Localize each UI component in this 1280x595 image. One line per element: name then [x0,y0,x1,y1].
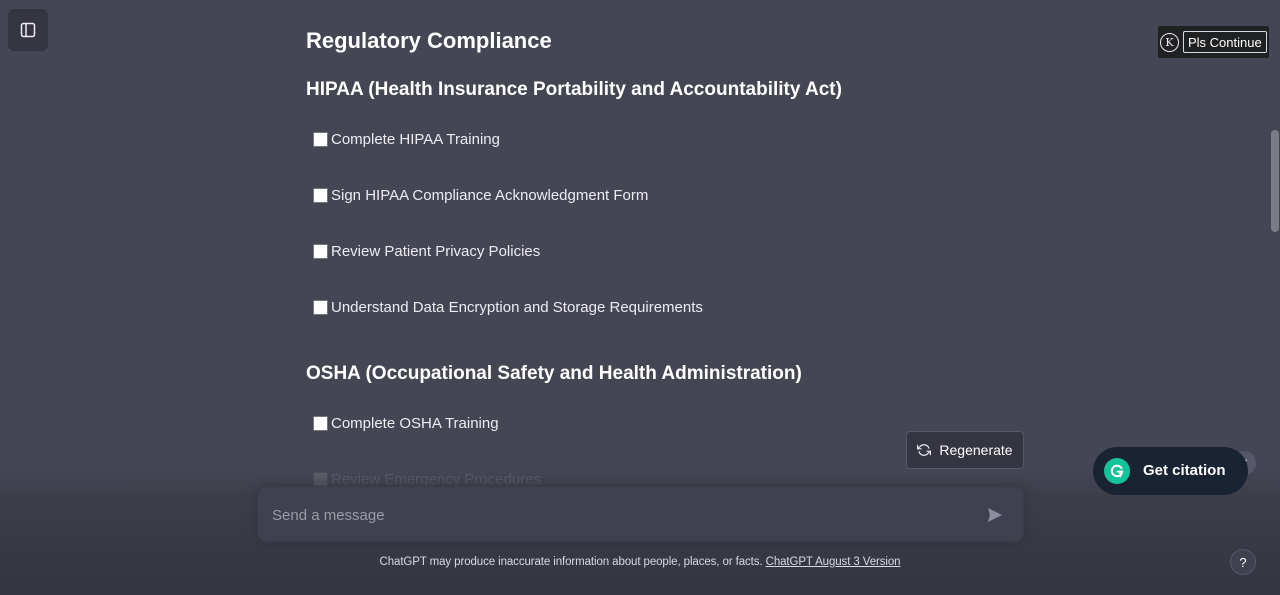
scrollbar-thumb[interactable] [1271,130,1279,232]
checkbox[interactable] [313,416,328,431]
get-citation-button[interactable]: Get citation [1093,447,1248,495]
section-heading-hipaa: HIPAA (Health Insurance Portability and … [306,79,842,100]
checkbox[interactable] [313,300,328,315]
disclaimer-text: ChatGPT may produce inaccurate informati… [379,556,763,568]
grammarly-icon [1104,458,1130,484]
send-icon [988,508,1002,522]
footer-disclaimer: ChatGPT may produce inaccurate informati… [0,556,1280,568]
checkbox[interactable] [313,244,328,259]
help-button[interactable]: ? [1230,549,1256,575]
message-input[interactable] [272,503,952,527]
refresh-icon [917,444,932,456]
regenerate-label: Regenerate [939,442,1013,458]
checklist-item-label: Complete HIPAA Training [331,131,500,148]
checklist-item-label: Review Patient Privacy Policies [331,243,541,260]
grammarly-g-icon [1110,464,1124,478]
message-title: Regulatory Compliance [306,28,552,53]
scrollbar[interactable] [1268,0,1280,595]
extension-logo-icon: K [1160,32,1179,52]
pls-continue-button[interactable]: Pls Continue [1183,31,1267,53]
checklist-item-label: Review Emergency Procedures [331,471,542,486]
checkbox[interactable] [313,132,328,147]
send-button[interactable] [983,503,1007,527]
section-heading-osha: OSHA (Occupational Safety and Health Adm… [306,363,802,384]
version-link[interactable]: ChatGPT August 3 Version [766,556,901,568]
help-label: ? [1239,554,1247,570]
assistant-message: Regulatory Compliance HIPAA (Health Insu… [306,0,1006,486]
checkbox[interactable] [313,472,328,486]
get-citation-label: Get citation [1143,462,1226,479]
pls-continue-extension: K Pls Continue [1158,26,1269,58]
sidebar-toggle-icon [20,22,36,38]
regenerate-button[interactable]: Regenerate [906,431,1024,469]
composer [257,486,1024,542]
checklist-item-label: Understand Data Encryption and Storage R… [331,299,703,316]
checklist-item-label: Complete OSHA Training [331,415,499,432]
checklist-item-label: Sign HIPAA Compliance Acknowledgment For… [331,187,649,204]
sidebar-toggle-button[interactable] [8,9,48,51]
checkbox[interactable] [313,188,328,203]
